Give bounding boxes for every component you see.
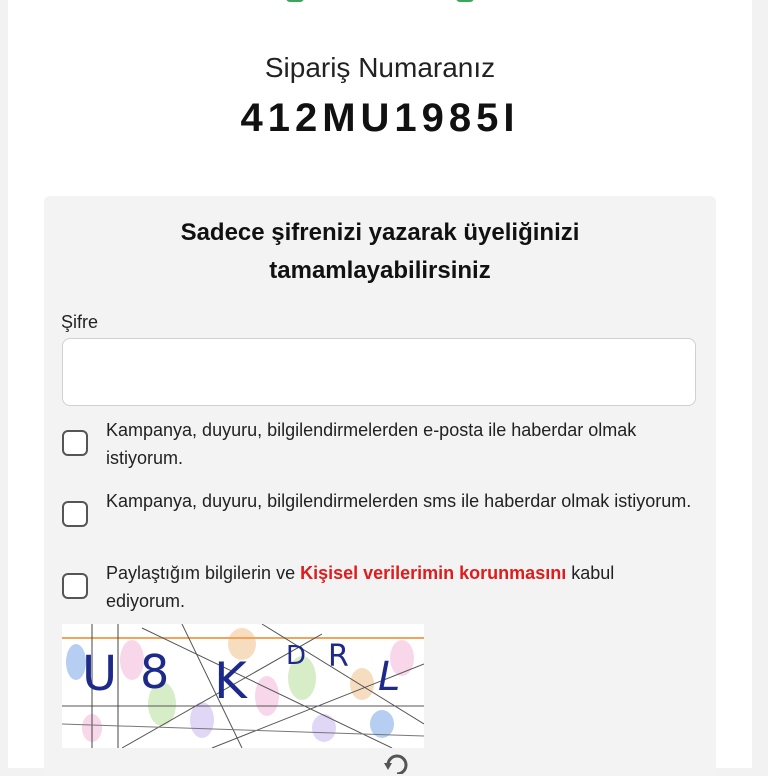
password-label: Şifre xyxy=(61,312,99,332)
kvkk-policy-link[interactable]: Kişisel verilerimin korunmasını xyxy=(300,563,566,583)
registration-card: Sadece şifrenizi yazarak üyeliğinizi tam… xyxy=(44,196,716,776)
captcha-char-3: K xyxy=(214,652,248,710)
captcha-char-4: D xyxy=(286,641,306,671)
kvkk-consent-label: Paylaştığım bilgilerin ve Kişisel verile… xyxy=(106,559,696,615)
page: Sipariş Numaranız 412MU1985I Sadece şifr… xyxy=(8,0,752,776)
top-accent-decoration xyxy=(286,0,476,2)
captcha-char-1: U xyxy=(82,646,117,702)
password-input[interactable] xyxy=(62,338,696,406)
order-number-label: Sipariş Numaranız xyxy=(264,52,496,83)
captcha-image: U 8 K D R L xyxy=(62,624,424,748)
captcha-char-6: L xyxy=(378,654,400,700)
captcha-char-5: R xyxy=(328,639,349,674)
refresh-icon[interactable] xyxy=(382,750,412,774)
kvkk-label-prefix: Paylaştığım bilgilerin ve xyxy=(106,563,301,583)
email-consent-checkbox[interactable] xyxy=(62,430,88,456)
captcha-char-2: 8 xyxy=(140,645,169,699)
order-number-value: 412MU1985I xyxy=(240,96,520,140)
email-consent-label: Kampanya, duyuru, bilgilendirmelerden e-… xyxy=(106,420,637,468)
kvkk-consent-checkbox[interactable] xyxy=(62,573,88,599)
sms-consent-label: Kampanya, duyuru, bilgilendirmelerden sm… xyxy=(106,491,692,511)
registration-title: Sadece şifrenizi yazarak üyeliğinizi tam… xyxy=(180,219,580,284)
sms-consent-checkbox[interactable] xyxy=(62,501,88,527)
